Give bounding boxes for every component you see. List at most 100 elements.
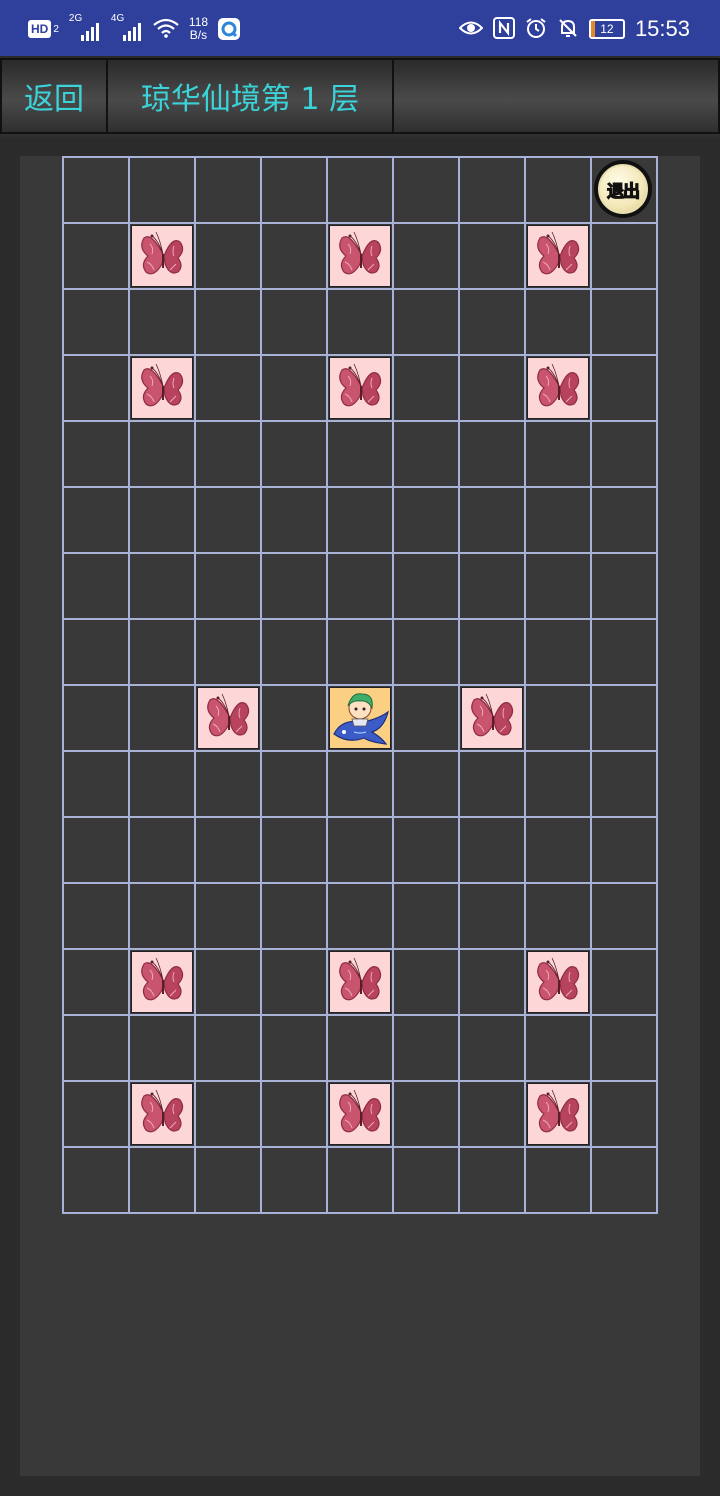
- grid-cell[interactable]: [64, 224, 130, 290]
- grid-cell[interactable]: [394, 224, 460, 290]
- grid-cell[interactable]: [592, 554, 658, 620]
- grid-cell[interactable]: [196, 488, 262, 554]
- grid-cell[interactable]: [526, 818, 592, 884]
- grid-cell[interactable]: [196, 554, 262, 620]
- grid-cell[interactable]: [196, 158, 262, 224]
- grid-cell[interactable]: [328, 488, 394, 554]
- grid-cell[interactable]: [130, 1082, 196, 1148]
- back-button[interactable]: 返回: [0, 58, 108, 134]
- grid-cell[interactable]: [196, 1148, 262, 1214]
- grid-cell[interactable]: [64, 1148, 130, 1214]
- grid-cell[interactable]: [526, 290, 592, 356]
- butterfly-icon[interactable]: [527, 357, 589, 419]
- grid-cell[interactable]: [394, 884, 460, 950]
- grid-cell[interactable]: [394, 422, 460, 488]
- butterfly-icon[interactable]: [131, 225, 193, 287]
- grid-cell[interactable]: [592, 686, 658, 752]
- grid-cell[interactable]: [130, 290, 196, 356]
- butterfly-icon[interactable]: [131, 357, 193, 419]
- grid-cell[interactable]: [526, 884, 592, 950]
- grid-cell[interactable]: [196, 1016, 262, 1082]
- grid-cell[interactable]: [64, 488, 130, 554]
- grid-cell[interactable]: [64, 1082, 130, 1148]
- grid-cell[interactable]: [262, 818, 328, 884]
- grid-cell[interactable]: [394, 818, 460, 884]
- grid-cell[interactable]: [394, 1016, 460, 1082]
- butterfly-icon[interactable]: [527, 951, 589, 1013]
- grid-cell[interactable]: [394, 356, 460, 422]
- grid-cell[interactable]: [526, 752, 592, 818]
- grid-cell[interactable]: [130, 686, 196, 752]
- grid-cell[interactable]: [328, 1148, 394, 1214]
- grid-cell[interactable]: [196, 1082, 262, 1148]
- grid-cell[interactable]: [130, 1016, 196, 1082]
- grid-cell[interactable]: [460, 290, 526, 356]
- grid-cell[interactable]: [262, 356, 328, 422]
- grid-cell[interactable]: [526, 488, 592, 554]
- grid-cell[interactable]: [526, 620, 592, 686]
- grid-cell[interactable]: [526, 554, 592, 620]
- grid-cell[interactable]: [196, 686, 262, 752]
- grid-cell[interactable]: [460, 818, 526, 884]
- grid-cell[interactable]: [262, 554, 328, 620]
- grid-cell[interactable]: [328, 752, 394, 818]
- grid-cell[interactable]: [130, 1148, 196, 1214]
- grid-cell[interactable]: [328, 290, 394, 356]
- grid-cell[interactable]: [64, 290, 130, 356]
- grid-cell[interactable]: [130, 224, 196, 290]
- grid-cell[interactable]: [328, 356, 394, 422]
- grid-cell[interactable]: [592, 1082, 658, 1148]
- grid-cell[interactable]: [64, 422, 130, 488]
- grid-cell[interactable]: [64, 356, 130, 422]
- grid-cell[interactable]: [526, 224, 592, 290]
- grid-cell[interactable]: [64, 686, 130, 752]
- grid-cell[interactable]: [262, 1082, 328, 1148]
- grid-cell[interactable]: [526, 356, 592, 422]
- grid-cell[interactable]: [328, 686, 394, 752]
- grid-cell[interactable]: [130, 950, 196, 1016]
- butterfly-icon[interactable]: [197, 687, 259, 749]
- grid-cell[interactable]: [328, 884, 394, 950]
- grid-cell[interactable]: [460, 752, 526, 818]
- grid-cell[interactable]: [592, 1016, 658, 1082]
- grid-cell[interactable]: [526, 1148, 592, 1214]
- exit-button[interactable]: 退出: [594, 160, 652, 218]
- grid-cell[interactable]: [526, 686, 592, 752]
- grid-cell[interactable]: [460, 224, 526, 290]
- grid-cell[interactable]: [262, 620, 328, 686]
- grid-cell[interactable]: [394, 1148, 460, 1214]
- butterfly-icon[interactable]: [329, 357, 391, 419]
- grid-cell[interactable]: [196, 290, 262, 356]
- grid-cell[interactable]: [328, 554, 394, 620]
- grid-cell[interactable]: [196, 224, 262, 290]
- grid-cell[interactable]: [130, 488, 196, 554]
- grid-cell[interactable]: [196, 818, 262, 884]
- grid-cell[interactable]: [130, 422, 196, 488]
- grid-cell[interactable]: [460, 1148, 526, 1214]
- butterfly-icon[interactable]: [527, 225, 589, 287]
- grid-cell[interactable]: [328, 1016, 394, 1082]
- grid-cell[interactable]: [526, 950, 592, 1016]
- grid-cell[interactable]: [196, 356, 262, 422]
- grid-cell[interactable]: [262, 224, 328, 290]
- butterfly-icon[interactable]: [329, 225, 391, 287]
- butterfly-icon[interactable]: [527, 1083, 589, 1145]
- grid-cell[interactable]: [394, 620, 460, 686]
- grid-cell[interactable]: [460, 422, 526, 488]
- grid-cell[interactable]: [394, 752, 460, 818]
- grid-cell[interactable]: [262, 1016, 328, 1082]
- grid-cell[interactable]: [328, 620, 394, 686]
- butterfly-icon[interactable]: [329, 1083, 391, 1145]
- grid-cell[interactable]: [262, 884, 328, 950]
- grid-cell[interactable]: [592, 620, 658, 686]
- grid-cell[interactable]: 退出: [592, 158, 658, 224]
- grid-cell[interactable]: [460, 356, 526, 422]
- grid-cell[interactable]: [328, 1082, 394, 1148]
- grid-cell[interactable]: [130, 158, 196, 224]
- grid-cell[interactable]: [130, 620, 196, 686]
- grid-cell[interactable]: [262, 752, 328, 818]
- grid-cell[interactable]: [394, 488, 460, 554]
- grid-cell[interactable]: [328, 818, 394, 884]
- grid-cell[interactable]: [394, 686, 460, 752]
- grid-cell[interactable]: [262, 950, 328, 1016]
